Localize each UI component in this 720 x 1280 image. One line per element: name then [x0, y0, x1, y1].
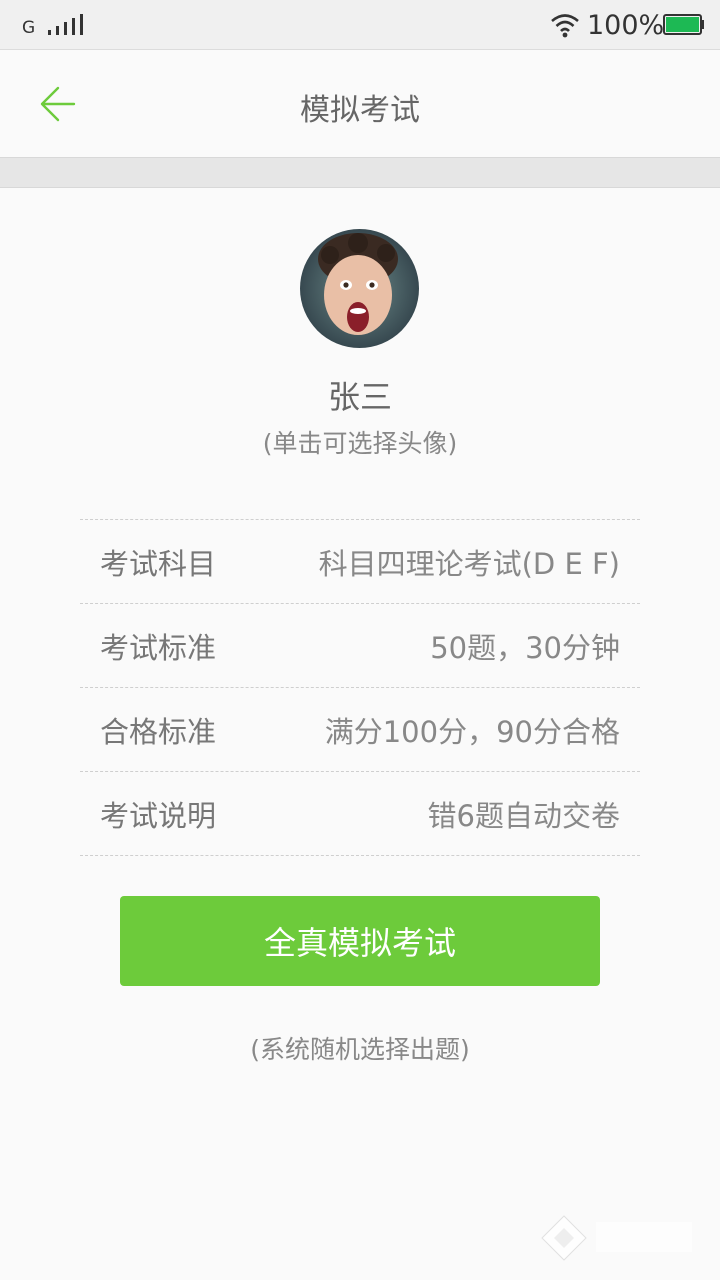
watermark-logo [541, 1215, 692, 1261]
info-value: 50题，30分钟 [430, 630, 620, 665]
start-exam-button[interactable]: 全真模拟考试 [120, 896, 600, 986]
info-label: 考试科目 [100, 546, 217, 581]
status-bar: G 100% [0, 0, 720, 50]
info-row-standard: 考试标准 50题，30分钟 [80, 604, 640, 688]
info-row-subject: 考试科目 科目四理论考试(D E F) [80, 520, 640, 604]
start-hint: (系统随机选择出题) [250, 1035, 470, 1064]
divider [0, 157, 720, 188]
avatar-hint: (单击可选择头像) [262, 429, 458, 458]
nav-bar: 模拟考试 [0, 51, 720, 157]
exam-info-table: 考试科目 科目四理论考试(D E F) 考试标准 50题，30分钟 合格标准 满… [80, 519, 640, 856]
battery-percent: 100% [587, 10, 665, 41]
info-value: 满分100分，90分合格 [324, 714, 620, 749]
battery-icon [663, 14, 704, 35]
avatar[interactable] [300, 229, 419, 348]
info-row-pass: 合格标准 满分100分，90分合格 [80, 688, 640, 772]
avatar-image [300, 229, 419, 348]
network-type: G [22, 18, 36, 38]
wifi-icon [551, 14, 579, 38]
info-label: 考试标准 [100, 630, 217, 665]
signal-icon [48, 14, 83, 35]
user-name: 张三 [327, 378, 392, 416]
info-label: 考试说明 [100, 798, 217, 833]
info-value: 科目四理论考试(D E F) [318, 546, 620, 581]
info-row-rules: 考试说明 错6题自动交卷 [80, 772, 640, 856]
info-value: 错6题自动交卷 [427, 798, 620, 833]
page-title: 模拟考试 [300, 93, 420, 128]
info-label: 合格标准 [100, 714, 217, 749]
